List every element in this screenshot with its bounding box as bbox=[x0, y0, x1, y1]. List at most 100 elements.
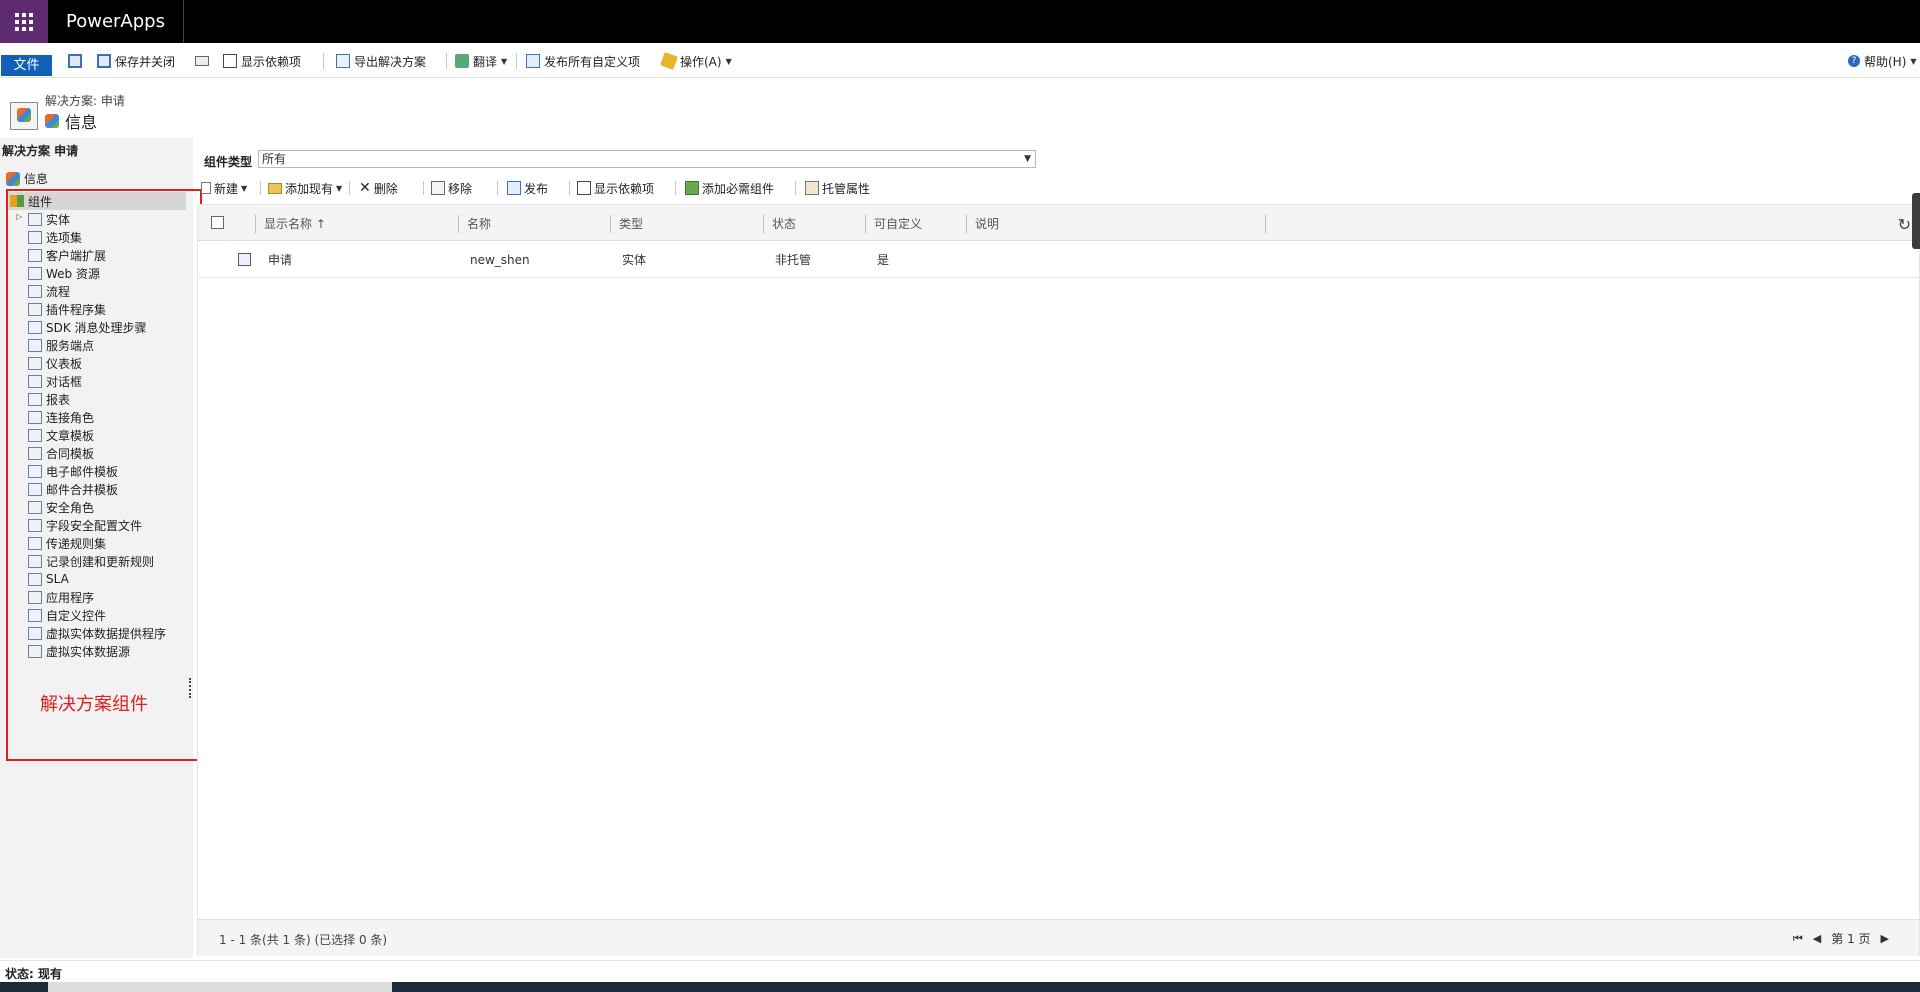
chevron-down-icon: ▼ bbox=[241, 183, 248, 193]
first-page-icon[interactable]: ⏮ bbox=[1793, 932, 1803, 946]
os-taskbar bbox=[0, 982, 1920, 992]
dependencies-icon bbox=[577, 181, 591, 195]
annotation-highlight-box bbox=[6, 189, 202, 761]
publish-icon bbox=[526, 54, 540, 68]
column-header-name[interactable]: 名称 bbox=[458, 215, 491, 233]
select-all-checkbox[interactable] bbox=[211, 216, 224, 229]
breadcrumb: 解决方案: 申请 bbox=[45, 94, 125, 108]
main-content: 组件类型 所有 ▼ 新建 ▼ 添加现有 ▼ ✕ 删除 移除 发布 显示依赖项 添… bbox=[197, 138, 1920, 958]
save-close-button[interactable]: 保存并关闭 bbox=[97, 51, 175, 71]
app-launcher-button[interactable] bbox=[0, 0, 48, 43]
cell-display-name[interactable]: 申请 bbox=[268, 252, 292, 268]
toolbar-divider bbox=[497, 181, 498, 195]
help-icon: ? bbox=[1848, 55, 1860, 67]
table-row[interactable]: 申请 new_shen 实体 非托管 是 bbox=[198, 242, 1919, 278]
status-bar: 状态: 现有 bbox=[0, 960, 1920, 982]
refresh-icon[interactable]: ↻ bbox=[1898, 215, 1911, 234]
delete-label: 删除 bbox=[373, 181, 398, 196]
top-navigation-bar: PowerApps bbox=[0, 0, 1920, 43]
toolbar-divider bbox=[349, 181, 350, 195]
toolbar-divider bbox=[569, 181, 570, 195]
translate-button[interactable]: 翻译 ▼ bbox=[455, 51, 507, 71]
actions-label: 操作(A) bbox=[680, 54, 722, 69]
print-button[interactable] bbox=[195, 51, 209, 71]
cell-type: 实体 bbox=[622, 253, 647, 267]
component-type-select[interactable]: 所有 ▼ bbox=[258, 150, 1036, 168]
command-ribbon: 文件 保存并关闭 显示依赖项 导出解决方案 翻译 ▼ 发布所有自定义项 操作(A… bbox=[0, 43, 1920, 78]
grid-toolbar: 新建 ▼ 添加现有 ▼ ✕ 删除 移除 发布 显示依赖项 添加必需组件 托管属性 bbox=[197, 177, 1920, 199]
solution-nav-title: 解决方案 申请 bbox=[2, 144, 79, 158]
save-close-icon bbox=[97, 54, 111, 68]
component-type-label: 组件类型 bbox=[204, 155, 253, 169]
close-icon: ✕ bbox=[359, 180, 371, 196]
delete-button[interactable]: ✕ 删除 bbox=[359, 180, 398, 196]
show-dependencies-button[interactable]: 显示依赖项 bbox=[223, 51, 301, 71]
annotation-label: 解决方案组件 bbox=[40, 694, 148, 715]
new-label: 新建 bbox=[214, 181, 239, 196]
publish-all-label: 发布所有自定义项 bbox=[544, 54, 641, 69]
toolbar-divider bbox=[675, 181, 676, 195]
export-solution-button[interactable]: 导出解决方案 bbox=[336, 51, 426, 71]
chevron-down-icon: ▼ bbox=[336, 183, 343, 193]
actions-menu-button[interactable]: 操作(A) ▼ bbox=[660, 51, 732, 71]
actions-icon bbox=[660, 52, 678, 70]
managed-properties-label: 托管属性 bbox=[822, 181, 871, 196]
taskbar-search-box[interactable] bbox=[48, 982, 392, 992]
chevron-down-icon: ▼ bbox=[725, 56, 732, 66]
save-button[interactable] bbox=[68, 51, 82, 71]
cell-customizable: 是 bbox=[877, 253, 890, 267]
info-icon bbox=[6, 171, 20, 186]
chevron-down-icon: ▼ bbox=[501, 56, 508, 66]
add-required-components-button[interactable]: 添加必需组件 bbox=[685, 180, 774, 196]
help-label: 帮助(H) bbox=[1864, 54, 1907, 69]
cell-state: 非托管 bbox=[775, 253, 812, 267]
print-icon bbox=[195, 56, 209, 66]
dependencies-icon bbox=[223, 54, 237, 68]
publish-button[interactable]: 发布 bbox=[507, 180, 548, 196]
new-button[interactable]: 新建 ▼ bbox=[201, 180, 247, 196]
pager: ⏮ ◀ 第 1 页 ▶ bbox=[1793, 930, 1889, 947]
column-header-description[interactable]: 说明 bbox=[966, 215, 1266, 233]
managed-properties-icon bbox=[805, 181, 819, 195]
status-text: 状态: 现有 bbox=[5, 967, 62, 981]
help-menu-button[interactable]: ? 帮助(H) ▼ bbox=[1848, 51, 1917, 71]
save-icon bbox=[68, 54, 82, 68]
nav-item-info-label: 信息 bbox=[24, 172, 49, 186]
toolbar-divider bbox=[260, 181, 261, 195]
next-page-icon[interactable]: ▶ bbox=[1881, 932, 1889, 945]
toolbar-divider bbox=[423, 181, 424, 195]
page-number: 第 1 页 bbox=[1831, 932, 1871, 946]
managed-properties-button[interactable]: 托管属性 bbox=[805, 180, 870, 196]
grid-footer: 1 - 1 条(共 1 条) (已选择 0 条) ⏮ ◀ 第 1 页 ▶ bbox=[198, 919, 1919, 956]
save-close-label: 保存并关闭 bbox=[115, 54, 176, 69]
translate-label: 翻译 bbox=[473, 54, 498, 69]
remove-icon bbox=[431, 181, 445, 195]
nav-item-info[interactable]: 信息 bbox=[6, 170, 48, 187]
grid-header: 显示名称 ↑ 名称 类型 状态 可自定义 说明 ↻ bbox=[198, 205, 1919, 241]
ribbon-divider bbox=[323, 53, 324, 69]
side-panel-handle[interactable] bbox=[1912, 193, 1920, 249]
column-header-customizable[interactable]: 可自定义 bbox=[865, 215, 922, 233]
app-title[interactable]: PowerApps bbox=[48, 0, 184, 43]
cell-name: new_shen bbox=[470, 253, 530, 267]
translate-icon bbox=[455, 54, 469, 68]
remove-button[interactable]: 移除 bbox=[431, 180, 472, 196]
page-title-text: 信息 bbox=[65, 113, 98, 132]
previous-page-icon[interactable]: ◀ bbox=[1813, 932, 1821, 945]
column-header-type[interactable]: 类型 bbox=[610, 215, 643, 233]
export-solution-label: 导出解决方案 bbox=[354, 54, 427, 69]
remove-label: 移除 bbox=[448, 181, 473, 196]
waffle-icon bbox=[15, 12, 33, 31]
column-header-state[interactable]: 状态 bbox=[763, 215, 796, 233]
add-required-icon bbox=[685, 181, 699, 195]
column-header-display-name[interactable]: 显示名称 ↑ bbox=[255, 215, 326, 233]
ribbon-divider bbox=[446, 53, 447, 69]
publish-all-button[interactable]: 发布所有自定义项 bbox=[526, 51, 640, 71]
chevron-down-icon: ▼ bbox=[1024, 154, 1031, 164]
toolbar-divider bbox=[795, 181, 796, 195]
add-existing-button[interactable]: 添加现有 ▼ bbox=[268, 180, 342, 196]
add-existing-icon bbox=[268, 182, 282, 194]
file-button[interactable]: 文件 bbox=[1, 55, 52, 76]
show-dependencies-grid-button[interactable]: 显示依赖项 bbox=[577, 180, 654, 196]
component-type-value: 所有 bbox=[262, 152, 287, 166]
